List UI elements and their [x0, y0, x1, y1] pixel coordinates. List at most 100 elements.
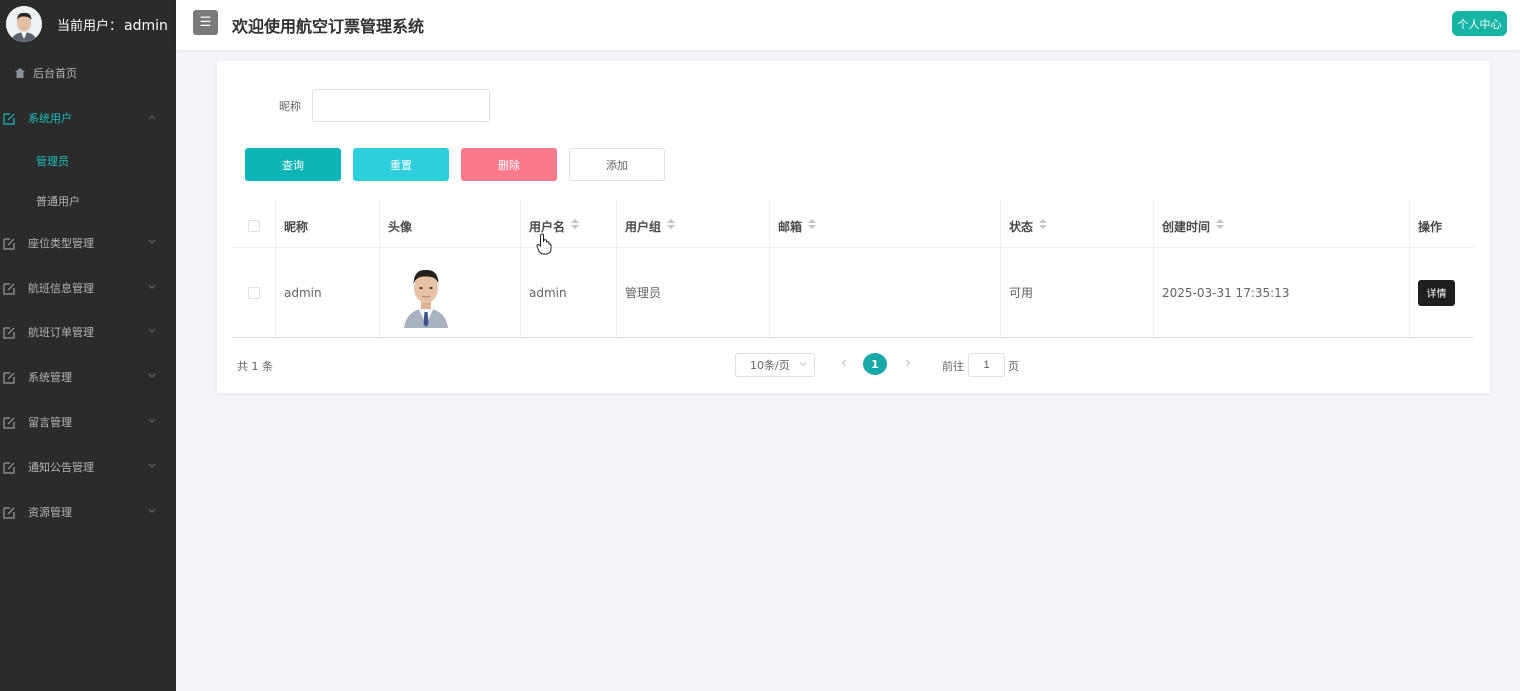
header-avatar-label: 头像 — [388, 220, 413, 234]
header-user-group[interactable]: 用户组 — [617, 200, 770, 247]
current-user-label: 当前用户： — [57, 18, 123, 34]
header-status-label: 状态 — [1009, 220, 1034, 234]
sidebar-item-seat-types[interactable]: 座位类型管理 — [0, 233, 176, 253]
chevron-down-icon — [148, 239, 156, 244]
sidebar-item-resources[interactable]: 资源管理 — [0, 502, 176, 522]
cell-status: 可用 — [1001, 248, 1154, 337]
menu-toggle-button[interactable]: ☰ — [193, 10, 218, 35]
sort-icon[interactable] — [1216, 219, 1225, 229]
content-card: 昵称 查询 重置 删除 添加 昵称 头像 用户名 用户组 邮箱 状态 创建时间 … — [217, 61, 1490, 393]
row-avatar-image — [396, 257, 456, 328]
cell-email — [770, 248, 1001, 337]
sidebar-item-flight-info[interactable]: 航班信息管理 — [0, 278, 176, 298]
sidebar-item-system-users[interactable]: 系统用户 — [0, 108, 176, 128]
sidebar-item-resources-label: 资源管理 — [28, 506, 72, 519]
sidebar: 当前用户： admin 后台首页 系统用户 管理员 普通用户 座位类型管理 航班信… — [0, 0, 176, 691]
goto-label: 前往 — [942, 360, 964, 373]
header-created-time-label: 创建时间 — [1162, 220, 1211, 234]
current-user-text: 当前用户： admin — [57, 15, 168, 34]
select-all-checkbox[interactable] — [247, 220, 260, 232]
edit-icon — [2, 325, 16, 339]
chevron-down-icon — [148, 373, 156, 378]
header-actions-label: 操作 — [1418, 220, 1443, 234]
current-user-name: admin — [124, 17, 168, 34]
sidebar-item-flight-info-label: 航班信息管理 — [28, 282, 94, 295]
chevron-down-icon — [148, 508, 156, 513]
chevron-down-icon — [148, 284, 156, 289]
cell-created-time: 2025-03-31 17:35:13 — [1154, 248, 1410, 337]
header-created-time[interactable]: 创建时间 — [1154, 200, 1410, 247]
sidebar-item-home-label: 后台首页 — [33, 67, 77, 80]
page-number-current[interactable]: 1 — [863, 353, 887, 375]
edit-icon — [2, 281, 16, 295]
detail-button[interactable]: 详情 — [1418, 279, 1455, 306]
header-actions: 操作 — [1410, 200, 1474, 247]
sidebar-header: 当前用户： admin — [0, 0, 176, 48]
cell-actions: 详情 — [1410, 248, 1474, 337]
chevron-up-icon — [148, 115, 156, 120]
header-status[interactable]: 状态 — [1001, 200, 1154, 247]
header-user-group-label: 用户组 — [625, 220, 662, 234]
header-email[interactable]: 邮箱 — [770, 200, 1001, 247]
hand-pointer-icon — [536, 233, 552, 255]
sidebar-item-messages-label: 留言管理 — [28, 416, 72, 429]
edit-icon — [2, 505, 16, 519]
sort-icon[interactable] — [1039, 219, 1048, 229]
delete-button[interactable]: 删除 — [461, 148, 557, 181]
sidebar-item-flight-orders[interactable]: 航班订单管理 — [0, 322, 176, 342]
add-button[interactable]: 添加 — [569, 148, 665, 181]
sidebar-item-messages[interactable]: 留言管理 — [0, 412, 176, 432]
nickname-search-label: 昵称 — [279, 100, 301, 113]
edit-icon — [2, 415, 16, 429]
edit-icon — [2, 111, 16, 125]
chevron-down-icon — [148, 463, 156, 468]
chevron-down-icon — [148, 328, 156, 333]
home-icon — [13, 66, 27, 80]
sidebar-item-system-management-label: 系统管理 — [28, 371, 72, 384]
header-email-label: 邮箱 — [778, 220, 803, 234]
header-avatar: 头像 — [380, 200, 521, 247]
sidebar-item-system-users-label: 系统用户 — [28, 112, 72, 125]
admin-table: 昵称 头像 用户名 用户组 邮箱 状态 创建时间 操作 admin admin … — [232, 200, 1474, 338]
sidebar-subitem-normal-users[interactable]: 普通用户 — [36, 193, 80, 209]
next-page-icon[interactable] — [901, 356, 915, 370]
header-nickname-label: 昵称 — [284, 220, 309, 234]
nickname-search-input[interactable] — [312, 89, 490, 122]
table-row: admin admin 管理员 可用 2025-03-31 17:35:13 详… — [232, 248, 1474, 338]
sort-icon[interactable] — [571, 219, 580, 229]
row-avatar — [396, 257, 456, 328]
edit-icon — [2, 460, 16, 474]
pagination-total: 共 1 条 — [237, 360, 273, 373]
user-avatar-image — [6, 6, 42, 42]
page-size-value: 10条/页 — [750, 359, 790, 372]
sidebar-item-seat-types-label: 座位类型管理 — [28, 237, 94, 250]
edit-icon — [2, 370, 16, 384]
page-size-select[interactable]: 10条/页 — [735, 353, 815, 377]
user-avatar[interactable] — [6, 6, 42, 42]
sidebar-subitem-admins[interactable]: 管理员 — [36, 153, 69, 169]
sidebar-item-system-management[interactable]: 系统管理 — [0, 367, 176, 387]
cell-user-group: 管理员 — [617, 248, 770, 337]
profile-center-button[interactable]: 个人中心 — [1452, 11, 1507, 36]
goto-suffix: 页 — [1008, 360, 1019, 373]
header-nickname: 昵称 — [276, 200, 380, 247]
reset-button[interactable]: 重置 — [353, 148, 449, 181]
page-title: 欢迎使用航空订票管理系统 — [232, 17, 425, 36]
sidebar-item-notices-label: 通知公告管理 — [28, 461, 94, 474]
row-checkbox[interactable] — [247, 286, 260, 299]
chevron-down-icon — [799, 362, 807, 367]
table-header-row: 昵称 头像 用户名 用户组 邮箱 状态 创建时间 操作 — [232, 200, 1474, 248]
top-header: ☰ 欢迎使用航空订票管理系统 个人中心 — [176, 0, 1520, 50]
chevron-down-icon — [148, 418, 156, 423]
cell-avatar — [380, 248, 521, 337]
sort-icon[interactable] — [667, 219, 676, 229]
prev-page-icon[interactable] — [837, 356, 851, 370]
goto-page-input[interactable] — [968, 353, 1005, 377]
sidebar-item-flight-orders-label: 航班订单管理 — [28, 326, 94, 339]
sort-icon[interactable] — [808, 219, 817, 229]
cell-username: admin — [521, 248, 617, 337]
sidebar-item-home[interactable]: 后台首页 — [0, 63, 176, 83]
header-select-cell — [232, 200, 276, 247]
query-button[interactable]: 查询 — [245, 148, 341, 181]
sidebar-item-notices[interactable]: 通知公告管理 — [0, 457, 176, 477]
